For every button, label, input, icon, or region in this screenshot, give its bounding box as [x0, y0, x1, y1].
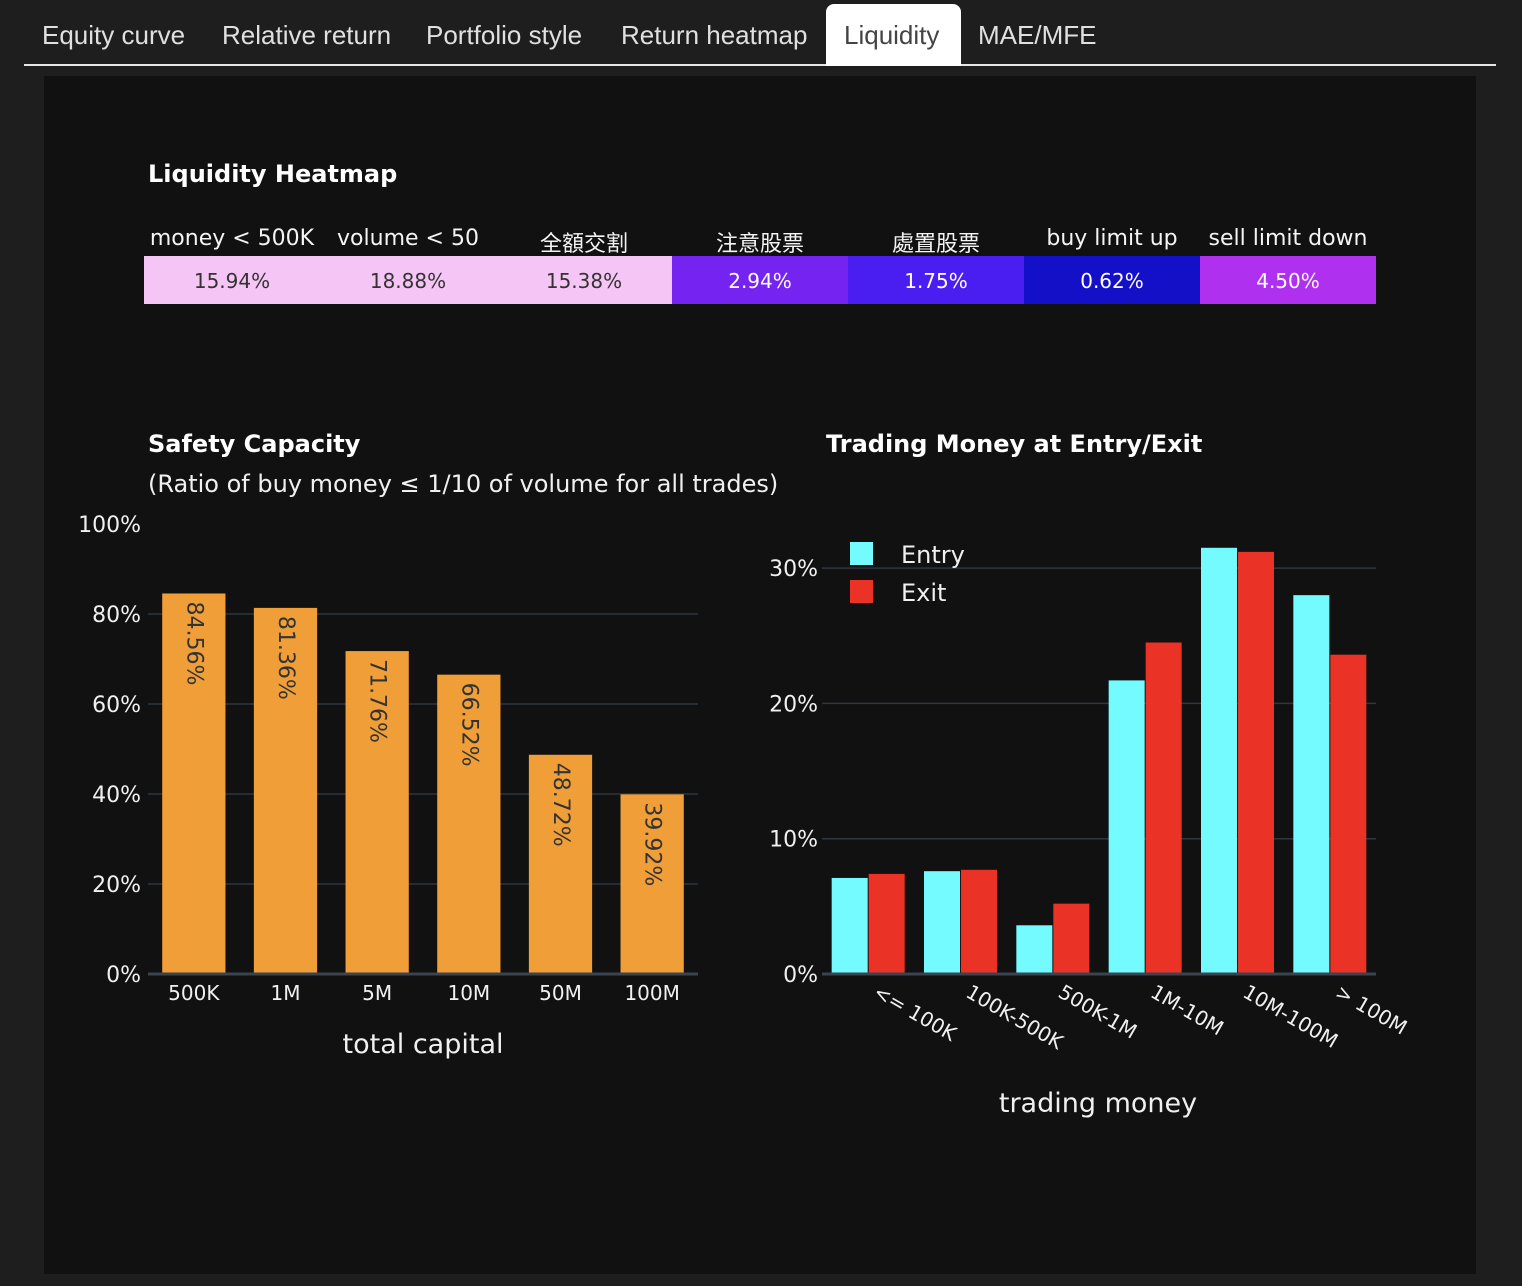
- x-tick-label: 1M-10M: [1147, 980, 1228, 1041]
- y-tick-label: 0%: [783, 963, 818, 988]
- bar-value-label: 84.56%: [181, 601, 206, 685]
- y-tick-label: 100%: [78, 513, 141, 538]
- x-tick-label: > 100M: [1331, 980, 1411, 1040]
- y-tick-label: 0%: [106, 963, 141, 988]
- bar-exit: [1238, 551, 1274, 974]
- x-axis-title: trading money: [999, 1088, 1197, 1119]
- bar-exit: [1053, 903, 1090, 974]
- bar-entry: [1108, 680, 1145, 974]
- x-tick-label: 50M: [539, 981, 582, 1005]
- x-tick-label: 100M: [624, 981, 679, 1005]
- x-tick-label: 1M: [271, 981, 301, 1005]
- legend-label-entry: Entry: [901, 541, 965, 569]
- x-tick-label: 5M: [362, 981, 392, 1005]
- x-tick-label: 100K-500K: [962, 980, 1068, 1055]
- y-tick-label: 10%: [769, 828, 818, 853]
- bar-value-label: 71.76%: [365, 659, 390, 743]
- bar-value-label: 48.72%: [548, 763, 573, 847]
- bar-exit: [961, 869, 997, 974]
- x-tick-label: 500K: [168, 981, 220, 1005]
- x-tick-label: 10M: [447, 981, 490, 1005]
- x-tick-label: 500K-1M: [1054, 980, 1141, 1044]
- y-tick-label: 60%: [92, 693, 141, 718]
- y-tick-label: 20%: [92, 873, 141, 898]
- bar-entry: [831, 877, 868, 974]
- bar-exit: [1330, 654, 1367, 974]
- charts-canvas: 0% 20% 40% 60% 80% 100% 84.56% 500K 81.36% 1M 71.7…: [78, 513, 1411, 1119]
- legend-label-exit: Exit: [901, 579, 946, 607]
- y-tick-label: 30%: [769, 557, 818, 582]
- legend-swatch-entry: [850, 542, 873, 565]
- x-axis-title: total capital: [343, 1029, 504, 1060]
- bar-entry: [924, 871, 960, 974]
- bar-exit: [1145, 642, 1182, 974]
- y-tick-label: 40%: [92, 783, 141, 808]
- y-tick-label: 20%: [769, 692, 818, 717]
- bar-entry: [1201, 547, 1237, 974]
- bar-value-label: 81.36%: [273, 616, 298, 700]
- bar-value-label: 66.52%: [456, 683, 481, 767]
- trading-money-chart: 0% 10% 20% 30% <= 100K 100K-500K500K-1M 1M-10M…: [769, 541, 1411, 1119]
- bar-entry: [1293, 595, 1330, 974]
- legend-swatch-exit: [850, 580, 873, 603]
- bar-value-label: 39.92%: [640, 802, 665, 886]
- bar-entry: [1016, 925, 1053, 974]
- x-tick-label: <= 100K: [870, 980, 962, 1047]
- y-tick-label: 80%: [92, 603, 141, 628]
- x-tick-label: 10M-100M: [1239, 980, 1342, 1053]
- bar-exit: [868, 873, 905, 974]
- safety-capacity-chart: 0% 20% 40% 60% 80% 100% 84.56% 500K 81.36% 1M 71.7…: [78, 513, 698, 1060]
